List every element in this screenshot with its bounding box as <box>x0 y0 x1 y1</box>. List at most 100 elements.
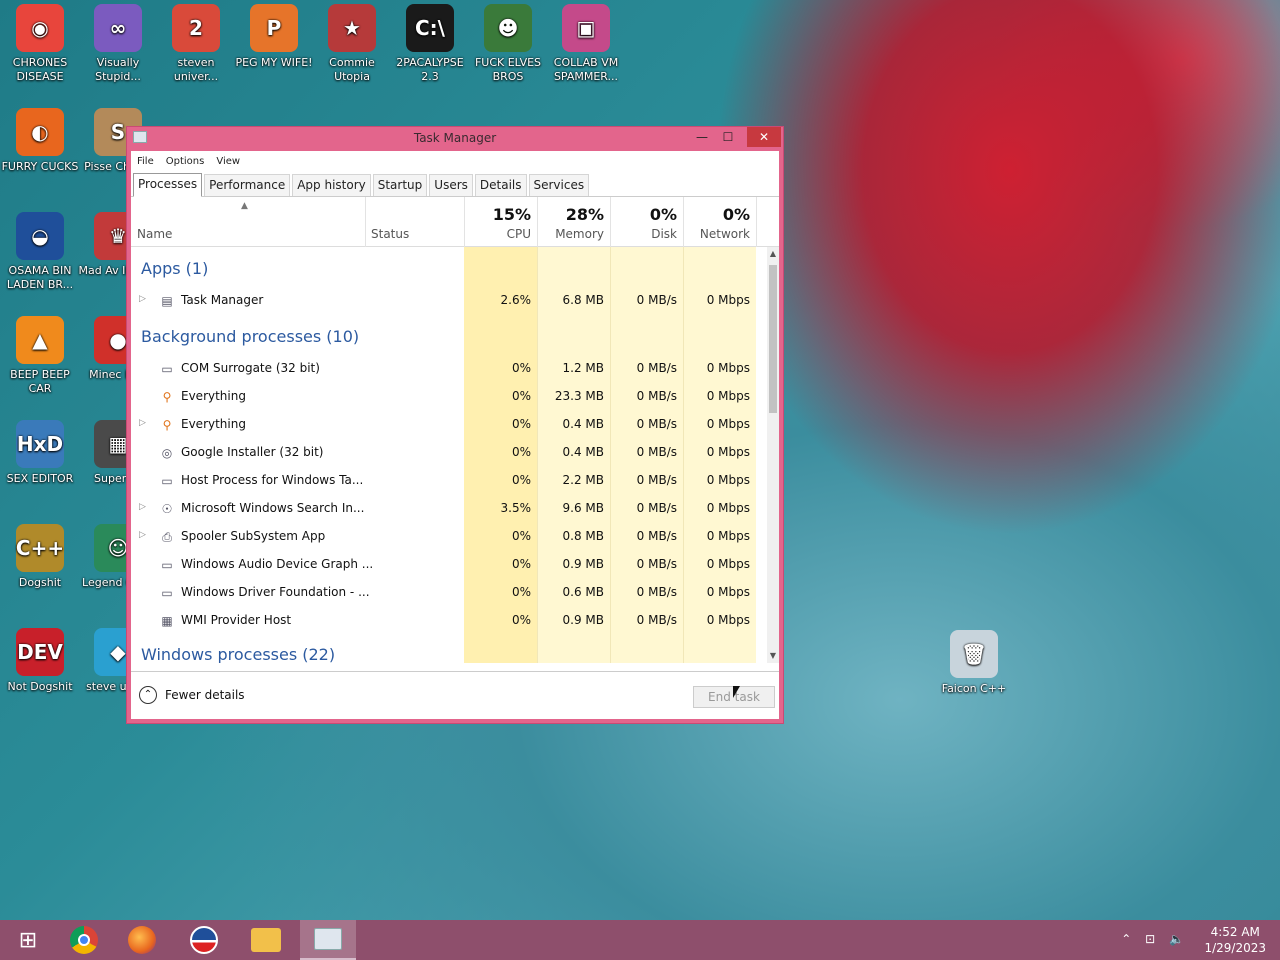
process-net: 0 Mbps <box>706 529 750 543</box>
tab-startup[interactable]: Startup <box>372 174 428 196</box>
column-name[interactable]: Name <box>137 227 172 241</box>
menu-options[interactable]: Options <box>166 156 205 167</box>
desktop-icon-label: Commie Utopia <box>329 56 375 83</box>
desktop-icon[interactable]: P PEG MY WIFE! <box>234 0 314 70</box>
process-name: Microsoft Windows Search In... <box>181 501 365 515</box>
volume-icon[interactable]: 🔈 <box>1169 932 1184 946</box>
disk-percent: 0% <box>649 205 677 224</box>
menu-view[interactable]: View <box>216 156 240 167</box>
table-row[interactable]: ▦ WMI Provider Host 0% 0.9 MB 0 MB/s 0 Mbps <box>131 607 757 635</box>
table-row[interactable]: ⚲ Everything 0% 23.3 MB 0 MB/s 0 Mbps <box>131 383 757 411</box>
tab-performance[interactable]: Performance <box>204 174 291 196</box>
column-status[interactable]: Status <box>371 227 409 241</box>
visual-studio-icon: ∞ <box>94 4 142 52</box>
file-explorer-icon <box>251 928 281 952</box>
firefox-icon <box>128 926 156 954</box>
process-net: 0 Mbps <box>706 613 750 627</box>
expand-arrow-icon[interactable]: ▷ <box>139 418 146 428</box>
process-disk: 0 MB/s <box>636 501 677 515</box>
desktop-icon[interactable]: DEV Not Dogshit <box>0 624 80 694</box>
menu-bar: File Options View <box>131 151 779 171</box>
table-row[interactable]: ▷ ▤ Task Manager 2.6% 6.8 MB 0 MB/s 0 Mbps <box>131 287 757 315</box>
desktop-icon-label: steven univer... <box>173 56 219 83</box>
scroll-down-icon[interactable]: ▼ <box>767 649 779 663</box>
process-net: 0 Mbps <box>706 557 750 571</box>
desktop-icon-label: FUCK ELVES BROS <box>474 56 542 83</box>
system-tray: ⌃ ⊡ 🔈 <box>1111 932 1184 946</box>
table-row[interactable]: ▭ Host Process for Windows Ta... 0% 2.2 MB 0… <box>131 467 757 495</box>
group-windows: Windows processes (22) <box>141 645 336 663</box>
collab-vm-icon: ▣ <box>562 4 610 52</box>
process-cpu: 0% <box>511 585 531 599</box>
table-row[interactable]: ◎ Google Installer (32 bit) 0% 0.4 MB 0 MB/s… <box>131 439 757 467</box>
process-cpu: 0% <box>511 613 531 627</box>
process-disk: 0 MB/s <box>636 613 677 627</box>
process-name: Everything <box>181 389 246 403</box>
desktop-icon[interactable]: 🗑 Faicon C++ <box>934 626 1014 696</box>
peg-icon: P <box>250 4 298 52</box>
tab-users[interactable]: Users <box>429 174 473 196</box>
maximize-button[interactable]: ☐ <box>715 127 741 147</box>
firefox-icon: ◐ <box>16 108 64 156</box>
task-manager-window[interactable]: Task Manager — ☐ ✕ File Options View Pro… <box>126 126 784 724</box>
process-mem: 0.9 MB <box>562 613 604 627</box>
desktop-icon[interactable]: ◒ OSAMA BIN LADEN BR... <box>0 208 80 292</box>
fewer-details-button[interactable]: ⌃ Fewer details <box>139 686 245 704</box>
fewer-details-label: Fewer details <box>165 688 245 702</box>
menu-file[interactable]: File <box>137 156 154 167</box>
network-icon[interactable]: ⊡ <box>1145 932 1155 946</box>
taskbar-file-explorer[interactable] <box>238 920 294 960</box>
desktop-icon[interactable]: ★ Commie Utopia <box>312 0 392 84</box>
desktop-icon[interactable]: ☻ FUCK ELVES BROS <box>468 0 548 84</box>
process-name: COM Surrogate (32 bit) <box>181 361 320 375</box>
desktop-icon[interactable]: C:\ 2PACALYPSE 2.3 <box>390 0 470 84</box>
table-row[interactable]: ▭ COM Surrogate (32 bit) 0% 1.2 MB 0 MB/s 0 M… <box>131 355 757 383</box>
expand-arrow-icon[interactable]: ▷ <box>139 294 146 304</box>
desktop-icon[interactable]: HxD SEX EDITOR <box>0 416 80 486</box>
chevron-up-icon[interactable]: ⌃ <box>1121 932 1131 946</box>
clock[interactable]: 4:52 AM 1/29/2023 <box>1204 924 1266 956</box>
table-row[interactable]: ▷ ⚲ Everything 0% 0.4 MB 0 MB/s 0 Mbps <box>131 411 757 439</box>
desktop-icon[interactable]: ▣ COLLAB VM SPAMMER... <box>546 0 626 84</box>
process-name: WMI Provider Host <box>181 613 292 627</box>
scroll-thumb[interactable] <box>769 265 777 413</box>
column-cpu[interactable]: CPU <box>471 227 531 241</box>
process-mem: 6.8 MB <box>562 293 604 307</box>
close-button[interactable]: ✕ <box>747 127 781 147</box>
table-row[interactable]: ▭ Windows Audio Device Graph ... 0% 0.9 MB 0… <box>131 551 757 579</box>
desktop-icon[interactable]: ∞ Visually Stupid... <box>78 0 158 84</box>
tab-processes[interactable]: Processes <box>133 173 203 197</box>
windows-logo-icon: ⊞ <box>18 927 38 953</box>
desktop-icon[interactable]: ▲ BEEP BEEP CAR <box>0 312 80 396</box>
expand-arrow-icon[interactable]: ▷ <box>139 530 146 540</box>
process-name: Everything <box>181 417 246 431</box>
tab-details[interactable]: Details <box>474 174 527 196</box>
minimize-button[interactable]: — <box>689 127 715 147</box>
column-disk[interactable]: Disk <box>616 227 677 241</box>
taskbar-task-manager[interactable] <box>300 920 356 960</box>
taskbar-obama[interactable] <box>176 920 232 960</box>
obama-icon: ◒ <box>16 212 64 260</box>
desktop-icon[interactable]: ◐ FURRY CUCKS <box>0 104 80 174</box>
desktop-icon[interactable]: ◉ CHRONES DISEASE <box>0 0 80 84</box>
tab-services[interactable]: Services <box>528 174 590 196</box>
column-network[interactable]: Network <box>686 227 750 241</box>
desktop-icon[interactable]: 2 steven univer... <box>156 0 236 84</box>
table-row[interactable]: ▷ ⎙ Spooler SubSystem App 0% 0.8 MB 0 MB/s 0 M… <box>131 523 757 551</box>
table-row[interactable]: ▷ ☉ Microsoft Windows Search In... 3.5% 9.6 … <box>131 495 757 523</box>
start-button[interactable]: ⊞ <box>0 920 56 960</box>
tab-app-history[interactable]: App history <box>292 174 371 196</box>
desktop-icon[interactable]: C++ Dogshit <box>0 520 80 590</box>
column-memory[interactable]: Memory <box>541 227 604 241</box>
title-bar[interactable]: Task Manager — ☐ ✕ <box>127 127 783 149</box>
scroll-up-icon[interactable]: ▲ <box>767 247 779 261</box>
scrollbar[interactable]: ▲ ▼ <box>767 247 779 663</box>
group-apps: Apps (1) <box>141 259 209 278</box>
table-row[interactable]: ▭ Windows Driver Foundation - ... 0% 0.6 MB… <box>131 579 757 607</box>
taskbar-firefox[interactable] <box>114 920 170 960</box>
process-net: 0 Mbps <box>706 361 750 375</box>
taskbar-chrome[interactable] <box>56 920 112 960</box>
expand-arrow-icon[interactable]: ▷ <box>139 502 146 512</box>
clock-date: 1/29/2023 <box>1204 941 1266 955</box>
cpu-percent: 15% <box>492 205 531 224</box>
